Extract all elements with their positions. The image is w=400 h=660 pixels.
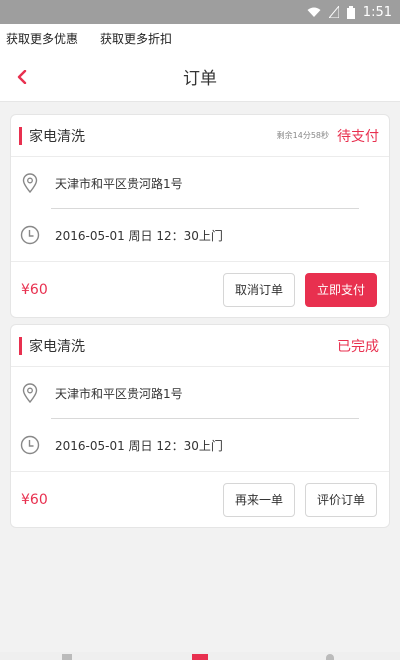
promo-link-discount[interactable]: 获取更多优惠 (6, 30, 78, 47)
service-name: 家电清洗 (29, 338, 85, 355)
order-card-footer: ¥60 再来一单 评价订单 (11, 471, 389, 527)
promo-bar: 获取更多优惠 获取更多折扣 (0, 24, 400, 52)
clock-icon (19, 224, 41, 246)
bottom-tab-bar (0, 652, 400, 660)
address-row: 天津市和平区贵河路1号 (11, 157, 389, 209)
profile-tab-icon[interactable] (326, 654, 334, 660)
address-row: 天津市和平区贵河路1号 (11, 367, 389, 419)
orders-tab-icon[interactable] (192, 654, 208, 660)
order-card-header: 家电清洗 剩余14分58秒 待支付 (11, 115, 389, 157)
service-time-text: 2016-05-01 周日 12：30上门 (55, 438, 223, 453)
location-pin-icon (19, 382, 41, 404)
promo-link-offer[interactable]: 获取更多折扣 (100, 30, 172, 47)
cancel-order-button[interactable]: 取消订单 (223, 272, 295, 307)
pay-now-button[interactable]: 立即支付 (305, 272, 377, 307)
clock-icon (19, 434, 41, 456)
order-card-footer: ¥60 取消订单 立即支付 (11, 261, 389, 317)
accent-bar (19, 127, 22, 145)
order-card-header: 家电清洗 已完成 (11, 325, 389, 367)
status-time: 1:51 (362, 4, 392, 20)
order-status: 待支付 (337, 128, 379, 145)
time-row: 2016-05-01 周日 12：30上门 (11, 419, 389, 471)
order-card: 家电清洗 已完成 天津市和平区贵河路1号 2016-05-01 周日 12：30… (10, 324, 390, 528)
address-text: 天津市和平区贵河路1号 (55, 386, 183, 401)
order-status: 已完成 (337, 338, 379, 355)
review-order-button[interactable]: 评价订单 (305, 482, 377, 517)
location-pin-icon (19, 172, 41, 194)
page-header: 订单 (0, 52, 400, 102)
wifi-icon (307, 7, 321, 18)
signal-icon (328, 6, 339, 18)
order-price: ¥60 (21, 491, 48, 508)
order-price: ¥60 (21, 281, 48, 298)
countdown-timer: 剩余14分58秒 (276, 131, 329, 140)
home-tab-icon[interactable] (62, 654, 72, 660)
status-bar: 1:51 (0, 0, 400, 24)
reorder-button[interactable]: 再来一单 (223, 482, 295, 517)
battery-icon (346, 5, 355, 19)
time-row: 2016-05-01 周日 12：30上门 (11, 209, 389, 261)
page-title: 订单 (183, 69, 217, 89)
order-card: 家电清洗 剩余14分58秒 待支付 天津市和平区贵河路1号 2016-05-01… (10, 114, 390, 318)
back-button[interactable] (12, 66, 32, 88)
accent-bar (19, 337, 22, 355)
chevron-left-icon (17, 70, 27, 84)
address-text: 天津市和平区贵河路1号 (55, 176, 183, 191)
service-time-text: 2016-05-01 周日 12：30上门 (55, 228, 223, 243)
service-name: 家电清洗 (29, 128, 85, 145)
